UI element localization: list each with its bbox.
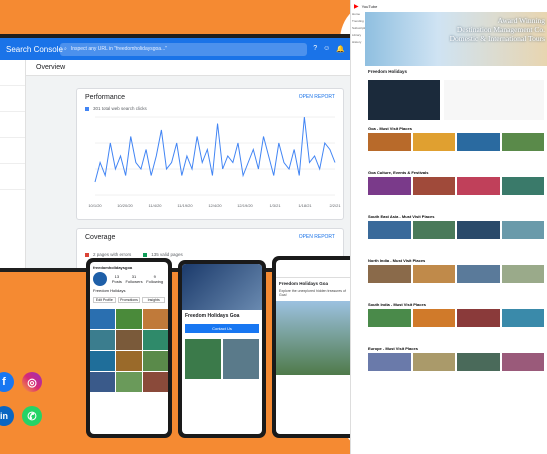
photo-tile[interactable] — [90, 372, 116, 392]
photo-tile[interactable] — [116, 372, 142, 392]
sidebar-item[interactable] — [0, 138, 25, 164]
valid-swatch — [143, 252, 148, 257]
search-console-topbar: Search Console ⌕ Inspect any URL in "fre… — [0, 38, 364, 60]
photo-tile[interactable] — [142, 351, 168, 371]
whatsapp-icon[interactable]: ✆ — [22, 406, 42, 426]
instagram-icon[interactable]: ◎ — [22, 372, 42, 392]
youtube-window: ▶ YouTube Home Trending Subscriptions Li… — [350, 0, 547, 454]
posts-label: Posts — [111, 279, 122, 284]
promotions-button[interactable]: Promotions — [117, 297, 141, 303]
series-line — [94, 116, 336, 183]
performance-title: Performance — [85, 94, 126, 101]
youtube-topbar: ▶ YouTube — [351, 0, 547, 12]
ig-handle: freedomholidaysgoa — [93, 265, 133, 270]
page-title: Overview — [26, 60, 364, 76]
photo-tile[interactable] — [116, 309, 142, 329]
section-title: Goa Culture, Events & Festivals — [368, 170, 429, 175]
x-tick-label: 12/19/20 — [237, 203, 253, 208]
channel-banner: Award Winning Destination Management Co.… — [365, 12, 547, 66]
x-tick-label: 12/4/20 — [208, 203, 222, 208]
x-tick-label: 10/1/20 — [88, 203, 102, 208]
search-console-window: Search Console ⌕ Inspect any URL in "fre… — [0, 34, 368, 272]
photo-tile[interactable] — [142, 372, 168, 392]
banner-line: Destination Management Co. — [456, 25, 545, 34]
x-tick-label: 11/19/20 — [177, 203, 193, 208]
x-tick-label: 10/20/20 — [117, 203, 133, 208]
post-image[interactable] — [223, 339, 259, 379]
sidebar-item[interactable] — [0, 112, 25, 138]
valid-label: 135 valid pages — [151, 252, 183, 257]
x-tick-label: 2/2/21 — [329, 203, 341, 208]
section-title: South East Asia - Must Visit Places — [368, 214, 435, 219]
sidebar-item[interactable]: Trending — [351, 19, 365, 26]
coverage-open-report-link[interactable]: OPEN REPORT — [299, 234, 335, 241]
sidebar — [0, 60, 26, 268]
search-placeholder: Inspect any URL in "freedomholidaysgoa..… — [70, 46, 168, 52]
performance-open-report-link[interactable]: OPEN REPORT — [299, 94, 335, 101]
sidebar-item[interactable] — [0, 86, 25, 112]
x-tick-label: 11/4/20 — [148, 203, 162, 208]
facebook-post-phone: Freedom Holidays Goa Explore the unexplo… — [272, 256, 358, 438]
section-title: North India - Must Visit Places — [368, 258, 426, 263]
photo-tile[interactable] — [90, 309, 116, 329]
url-inspect-search[interactable]: ⌕ Inspect any URL in "freedomholidaysgoa… — [60, 42, 308, 56]
avatar — [93, 272, 107, 286]
photo-tile[interactable] — [90, 330, 116, 350]
banner-line: Domestic & International Tours — [449, 34, 545, 43]
errors-swatch — [85, 252, 89, 257]
x-tick-label: 1/18/21 — [298, 203, 312, 208]
sidebar-item[interactable]: History — [351, 40, 365, 47]
help-icon[interactable]: ? — [313, 45, 317, 53]
banner-line: Award Winning — [497, 16, 545, 25]
cover-photo — [182, 264, 262, 310]
following-label: Following — [146, 279, 164, 284]
x-tick-label: 1/3/21 — [269, 203, 281, 208]
youtube-brand: YouTube — [361, 3, 378, 9]
post-image[interactable] — [185, 339, 221, 379]
main-content: Overview Performance OPEN REPORT 301 tot… — [26, 60, 364, 268]
errors-label: 2 pages with errors — [93, 252, 132, 257]
contact-us-button[interactable]: Contact Us — [185, 324, 259, 333]
section-title: Europe - Must Visit Places — [368, 346, 418, 351]
followers-label: Followers — [125, 279, 143, 284]
photo-tile[interactable] — [90, 351, 116, 371]
page-title: Freedom Holidays Goa — [185, 313, 240, 319]
coverage-title: Coverage — [85, 234, 116, 241]
performance-chart: 10/1/20 10/20/20 11/4/20 11/19/20 12/4/20 12/… — [88, 116, 341, 208]
photo-tile[interactable] — [142, 309, 168, 329]
youtube-logo-icon: ▶ — [354, 3, 359, 10]
sidebar-item[interactable]: Library — [351, 33, 365, 40]
sidebar-item[interactable] — [0, 164, 25, 190]
section-title: Goa - Must Visit Places — [368, 126, 412, 131]
featured-video[interactable] — [368, 80, 440, 120]
youtube-sidebar: Home Trending Subscriptions Library Hist… — [351, 12, 370, 454]
channel-name: Freedom Holidays — [368, 69, 408, 74]
post-image[interactable] — [276, 301, 354, 375]
photo-tile[interactable] — [142, 330, 168, 350]
sidebar-item[interactable] — [0, 60, 25, 86]
insights-button[interactable]: Insights — [142, 297, 166, 303]
post-text: Explore the unexplored hidden treasures … — [279, 289, 346, 297]
profile-name: Freedom Holidays — [93, 288, 126, 293]
app-title: Search Console — [6, 44, 63, 54]
photo-grid — [90, 309, 168, 392]
facebook-page-phone: Freedom Holidays Goa Contact Us — [178, 260, 266, 438]
notifications-icon[interactable]: 🔔 — [336, 45, 345, 53]
youtube-main: Award Winning Destination Management Co.… — [365, 12, 547, 454]
post-author: Freedom Holidays Goa — [279, 281, 329, 286]
photo-tile[interactable] — [116, 351, 142, 371]
account-icon[interactable]: ☺ — [323, 45, 330, 53]
legend-swatch — [85, 106, 89, 111]
sidebar-item[interactable]: Home — [351, 12, 365, 19]
search-icon: ⌕ — [64, 46, 67, 52]
edit-profile-button[interactable]: Edit Profile — [93, 297, 116, 303]
section-title: South India - Must Visit Places — [368, 302, 426, 307]
instagram-phone: freedomholidaysgoa 13 Posts 31 Followers 9… — [86, 258, 172, 438]
sidebar-item[interactable]: Subscriptions — [351, 26, 370, 33]
photo-tile[interactable] — [116, 330, 142, 350]
performance-card: Performance OPEN REPORT 301 total web se… — [76, 88, 344, 220]
